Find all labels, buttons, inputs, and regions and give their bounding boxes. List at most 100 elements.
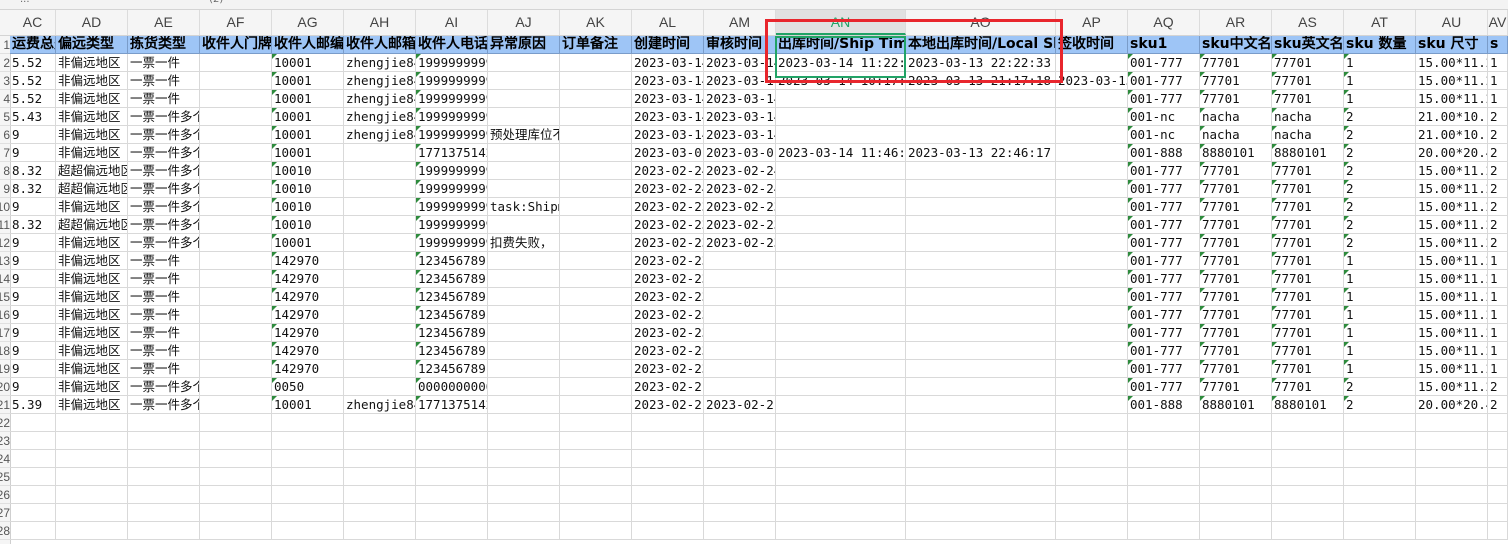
empty-cell[interactable] <box>632 450 704 468</box>
empty-cell[interactable] <box>560 450 632 468</box>
table-cell[interactable] <box>344 270 416 288</box>
empty-cell[interactable] <box>1416 504 1488 522</box>
table-cell[interactable]: 15.00*11.20 <box>1416 72 1488 90</box>
table-cell[interactable] <box>200 90 272 108</box>
row-number[interactable]: 26 <box>0 486 10 504</box>
empty-cell[interactable] <box>128 414 200 432</box>
column-letter-ap[interactable]: AP <box>1056 10 1128 35</box>
table-cell[interactable]: 77701 <box>1272 342 1344 360</box>
empty-cell[interactable] <box>488 468 560 486</box>
table-cell[interactable]: 15.00*11.20 <box>1416 234 1488 252</box>
empty-cell[interactable] <box>416 450 488 468</box>
table-cell[interactable]: 2023-03-14 11:22:33 <box>776 54 906 72</box>
table-cell[interactable] <box>560 144 632 162</box>
table-cell[interactable]: 10010 <box>272 180 344 198</box>
column-letter-au[interactable]: AU <box>1416 10 1488 35</box>
table-cell[interactable] <box>1056 162 1128 180</box>
empty-cell[interactable] <box>776 522 906 540</box>
empty-cell[interactable] <box>1056 450 1128 468</box>
empty-cell[interactable] <box>200 468 272 486</box>
table-cell[interactable]: 001-777 <box>1128 324 1200 342</box>
table-cell[interactable]: 19999999999 <box>416 198 488 216</box>
table-cell[interactable]: 15.00*11.20 <box>1416 252 1488 270</box>
empty-cell[interactable] <box>344 450 416 468</box>
table-cell[interactable] <box>200 144 272 162</box>
table-cell[interactable] <box>200 234 272 252</box>
table-cell[interactable] <box>344 216 416 234</box>
empty-cell[interactable] <box>344 486 416 504</box>
empty-cell[interactable] <box>1344 450 1416 468</box>
table-cell[interactable]: 1 <box>1344 90 1416 108</box>
table-cell[interactable]: 非偏远地区 <box>56 126 128 144</box>
table-cell[interactable] <box>1056 360 1128 378</box>
row-number[interactable]: 14 <box>0 270 10 288</box>
table-cell[interactable]: 一票一件多个 <box>128 144 200 162</box>
column-letter-af[interactable]: AF <box>200 10 272 35</box>
table-cell[interactable]: 001-777 <box>1128 288 1200 306</box>
table-cell[interactable]: 19999999999 <box>416 72 488 90</box>
table-cell[interactable]: 19999999999 <box>416 180 488 198</box>
table-cell[interactable]: zhengjie84 <box>344 54 416 72</box>
empty-cell[interactable] <box>776 504 906 522</box>
table-cell[interactable] <box>200 252 272 270</box>
table-cell[interactable]: 19999999999 <box>416 108 488 126</box>
table-cell[interactable] <box>704 252 776 270</box>
empty-cell[interactable] <box>1272 432 1344 450</box>
empty-cell[interactable] <box>200 522 272 540</box>
table-cell[interactable]: 2023-02-23 10:16:40 <box>632 360 704 378</box>
table-cell[interactable] <box>560 162 632 180</box>
empty-cell[interactable] <box>1128 450 1200 468</box>
table-cell[interactable]: 001-777 <box>1128 162 1200 180</box>
table-cell[interactable] <box>200 180 272 198</box>
table-cell[interactable]: 123456789 <box>416 306 488 324</box>
table-cell[interactable]: 15.00*11.20 <box>1416 288 1488 306</box>
table-cell[interactable]: 非偏远地区 <box>56 270 128 288</box>
table-cell[interactable] <box>560 234 632 252</box>
table-cell[interactable] <box>200 198 272 216</box>
table-cell[interactable]: 15.00*11.20 <box>1416 180 1488 198</box>
table-cell[interactable] <box>1056 306 1128 324</box>
table-cell[interactable]: 一票一件 <box>128 270 200 288</box>
table-cell[interactable]: 非偏远地区 <box>56 342 128 360</box>
header-cell[interactable]: sku1 <box>1128 36 1200 54</box>
table-cell[interactable] <box>906 216 1056 234</box>
column-letter-al[interactable]: AL <box>632 10 704 35</box>
table-cell[interactable]: 10001 <box>272 54 344 72</box>
table-cell[interactable]: 2023-02-23 19:24:56 <box>704 198 776 216</box>
table-cell[interactable]: zhengjie84 <box>344 108 416 126</box>
table-cell[interactable]: 20.00*20.40 <box>1416 396 1488 414</box>
empty-cell[interactable] <box>128 504 200 522</box>
table-cell[interactable] <box>906 198 1056 216</box>
empty-cell[interactable] <box>906 468 1056 486</box>
empty-cell[interactable] <box>416 522 488 540</box>
table-cell[interactable]: 001-777 <box>1128 72 1200 90</box>
table-cell[interactable]: 2023-02-23 18:49:27 <box>704 234 776 252</box>
table-cell[interactable] <box>1056 216 1128 234</box>
header-cell[interactable]: 本地出库时间/Local Ship Time <box>906 36 1056 54</box>
table-cell[interactable]: 2023-02-24 10:05:00 <box>632 180 704 198</box>
table-cell[interactable] <box>1056 396 1128 414</box>
table-cell[interactable] <box>704 378 776 396</box>
empty-cell[interactable] <box>56 504 128 522</box>
table-cell[interactable]: 1 <box>1488 90 1508 108</box>
table-cell[interactable] <box>488 252 560 270</box>
table-cell[interactable]: 123456789 <box>416 252 488 270</box>
table-cell[interactable]: 非偏远地区 <box>56 396 128 414</box>
table-cell[interactable]: 142970 <box>272 342 344 360</box>
empty-cell[interactable] <box>416 486 488 504</box>
table-cell[interactable]: 142970 <box>272 270 344 288</box>
table-cell[interactable]: 5.52 <box>10 72 56 90</box>
table-cell[interactable] <box>200 126 272 144</box>
table-cell[interactable] <box>488 162 560 180</box>
table-cell[interactable] <box>344 162 416 180</box>
table-cell[interactable]: 8.32 <box>10 180 56 198</box>
table-cell[interactable]: 非偏远地区 <box>56 324 128 342</box>
table-cell[interactable] <box>1056 198 1128 216</box>
table-cell[interactable]: 预处理库位不足 <box>488 126 560 144</box>
row-number[interactable]: 2 <box>0 54 10 72</box>
table-cell[interactable]: 一票一件多个 <box>128 108 200 126</box>
table-cell[interactable]: 8880101 <box>1200 396 1272 414</box>
table-cell[interactable]: 2 <box>1488 126 1508 144</box>
table-cell[interactable]: 一票一件 <box>128 252 200 270</box>
table-cell[interactable]: 一票一件 <box>128 360 200 378</box>
